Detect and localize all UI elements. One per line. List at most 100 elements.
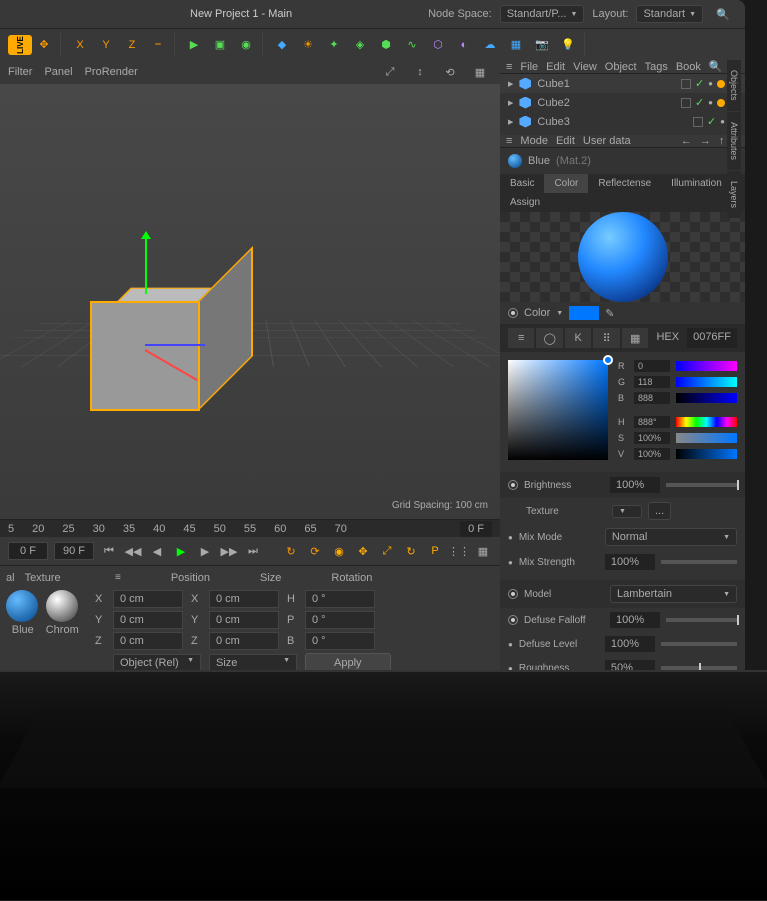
- search-icon[interactable]: 🔍: [709, 60, 723, 73]
- b-slider[interactable]: [676, 393, 737, 403]
- key-options-icon[interactable]: ⋮⋮: [450, 542, 468, 560]
- mixstrength-input[interactable]: 100%: [605, 554, 655, 570]
- menu-edit[interactable]: Edit: [546, 61, 565, 73]
- level-slider[interactable]: [661, 642, 737, 646]
- camera-icon[interactable]: 📷: [530, 33, 554, 57]
- size-mode-dropdown[interactable]: Size▼: [209, 654, 297, 670]
- key-scale-icon[interactable]: ⤢: [378, 542, 396, 560]
- menu-mode[interactable]: Mode: [520, 135, 548, 147]
- rot-p-input[interactable]: 0 °: [305, 611, 375, 629]
- menu-object[interactable]: Object: [605, 61, 637, 73]
- side-tab-attributes[interactable]: Attributes: [727, 112, 741, 170]
- picker-kelvin-icon[interactable]: K: [565, 328, 591, 348]
- s-input[interactable]: 100%: [634, 432, 670, 444]
- volume-icon[interactable]: ☁: [478, 33, 502, 57]
- object-rel-dropdown[interactable]: Object (Rel)▼: [113, 654, 201, 670]
- level-input[interactable]: 100%: [605, 636, 655, 652]
- live-badge-icon[interactable]: LIVE: [8, 35, 32, 55]
- r-slider[interactable]: [676, 361, 737, 371]
- chevron-down-icon[interactable]: ▼: [556, 310, 563, 317]
- checkbox-icon[interactable]: [681, 98, 691, 108]
- menu-edit2[interactable]: Edit: [556, 135, 575, 147]
- mixstrength-slider[interactable]: [661, 560, 737, 564]
- axis-y-icon[interactable]: Y: [94, 33, 118, 57]
- brightness-input[interactable]: 100%: [610, 477, 660, 493]
- grid-icon[interactable]: ▦: [504, 33, 528, 57]
- g-input[interactable]: 118: [634, 376, 670, 388]
- hex-input[interactable]: 0076FF: [687, 328, 737, 348]
- vp-icon-2[interactable]: ↕: [408, 60, 432, 84]
- tab-color[interactable]: Color: [544, 174, 588, 193]
- model-radio[interactable]: [508, 589, 518, 599]
- v-input[interactable]: 100%: [634, 448, 670, 460]
- mixmode-dropdown[interactable]: Normal▼: [605, 528, 737, 546]
- rot-h-input[interactable]: 0 °: [305, 590, 375, 608]
- deformer-icon[interactable]: ⬢: [374, 33, 398, 57]
- v-slider[interactable]: [676, 449, 737, 459]
- menu-tags[interactable]: Tags: [645, 61, 668, 73]
- frame-start-input[interactable]: 0 F: [8, 542, 48, 560]
- next-key-icon[interactable]: ▶▶: [220, 542, 238, 560]
- texture-dropdown[interactable]: ▼: [612, 505, 642, 518]
- search-icon[interactable]: 🔍: [711, 2, 735, 26]
- goto-end-icon[interactable]: ⏭: [244, 542, 262, 560]
- cube-primitive-icon[interactable]: ◆: [270, 33, 294, 57]
- object-row-cube1[interactable]: ▶ Cube1 ✓ ●: [500, 74, 745, 93]
- size-z-input[interactable]: 0 cm: [209, 632, 279, 650]
- tab-basic[interactable]: Basic: [500, 174, 544, 193]
- menu-book[interactable]: Book: [676, 61, 701, 73]
- expand-icon[interactable]: ▶: [508, 99, 513, 107]
- play-icon[interactable]: ▶: [182, 33, 206, 57]
- render-region-icon[interactable]: ◉: [234, 33, 258, 57]
- material-item-chrome[interactable]: Chrom: [46, 590, 80, 636]
- b-input[interactable]: 888: [634, 392, 670, 404]
- play-icon[interactable]: ▶: [172, 542, 190, 560]
- pos-x-input[interactable]: 0 cm: [113, 590, 183, 608]
- vp-icon-4[interactable]: ▦: [468, 60, 492, 84]
- size-y-input[interactable]: 0 cm: [209, 611, 279, 629]
- brightness-slider[interactable]: [666, 483, 737, 487]
- field-icon[interactable]: ∿: [400, 33, 424, 57]
- tab-material[interactable]: al: [6, 572, 15, 584]
- menu-prorender[interactable]: ProRender: [85, 66, 138, 78]
- generator-icon[interactable]: ◈: [348, 33, 372, 57]
- spline-icon[interactable]: ✦: [322, 33, 346, 57]
- prev-key-icon[interactable]: ◀◀: [124, 542, 142, 560]
- h-slider[interactable]: [676, 417, 737, 427]
- color-swatch[interactable]: [569, 306, 599, 320]
- light-icon[interactable]: ☀: [296, 33, 320, 57]
- falloff-slider[interactable]: [666, 618, 737, 622]
- menu-userdata[interactable]: User data: [583, 135, 631, 147]
- tab-texture[interactable]: Texture: [25, 572, 61, 584]
- brightness-radio[interactable]: [508, 480, 518, 490]
- move-icon[interactable]: ✥: [32, 33, 56, 57]
- side-tab-objects[interactable]: Objects: [727, 60, 741, 111]
- mograph-icon[interactable]: ⬡: [426, 33, 450, 57]
- color-radio[interactable]: [508, 308, 518, 318]
- roughness-input[interactable]: 50%: [605, 660, 655, 670]
- tab-assign[interactable]: Assign: [500, 193, 550, 212]
- menu-filter[interactable]: Filter: [8, 66, 32, 78]
- side-tab-layers[interactable]: Layers: [727, 171, 741, 218]
- autokey-icon[interactable]: ↻: [282, 542, 300, 560]
- eyedropper-icon[interactable]: ✎: [605, 307, 614, 320]
- vp-icon-3[interactable]: ⟲: [438, 60, 462, 84]
- material-item-blue[interactable]: Blue: [6, 590, 40, 636]
- menu-view[interactable]: View: [573, 61, 597, 73]
- picker-mixer-icon[interactable]: ⠿: [593, 328, 619, 348]
- size-x-input[interactable]: 0 cm: [209, 590, 279, 608]
- timeline-view-icon[interactable]: ▦: [474, 542, 492, 560]
- record-icon[interactable]: ◉: [330, 542, 348, 560]
- timeline-ruler[interactable]: 5 20 25 30 35 40 45 50 55 60 65 70 0 F: [0, 519, 500, 537]
- falloff-input[interactable]: 100%: [610, 612, 660, 628]
- tab-illumination[interactable]: Illumination: [661, 174, 732, 193]
- loop-icon[interactable]: ⟳: [306, 542, 324, 560]
- nav-fwd-icon[interactable]: →: [700, 135, 711, 147]
- axis-x-icon[interactable]: X: [68, 33, 92, 57]
- expand-icon[interactable]: ▶: [508, 80, 513, 88]
- render-icon[interactable]: ▣: [208, 33, 232, 57]
- s-slider[interactable]: [676, 433, 737, 443]
- nav-back-icon[interactable]: ←: [681, 135, 692, 147]
- pos-z-input[interactable]: 0 cm: [113, 632, 183, 650]
- frame-end-input[interactable]: 90 F: [54, 542, 94, 560]
